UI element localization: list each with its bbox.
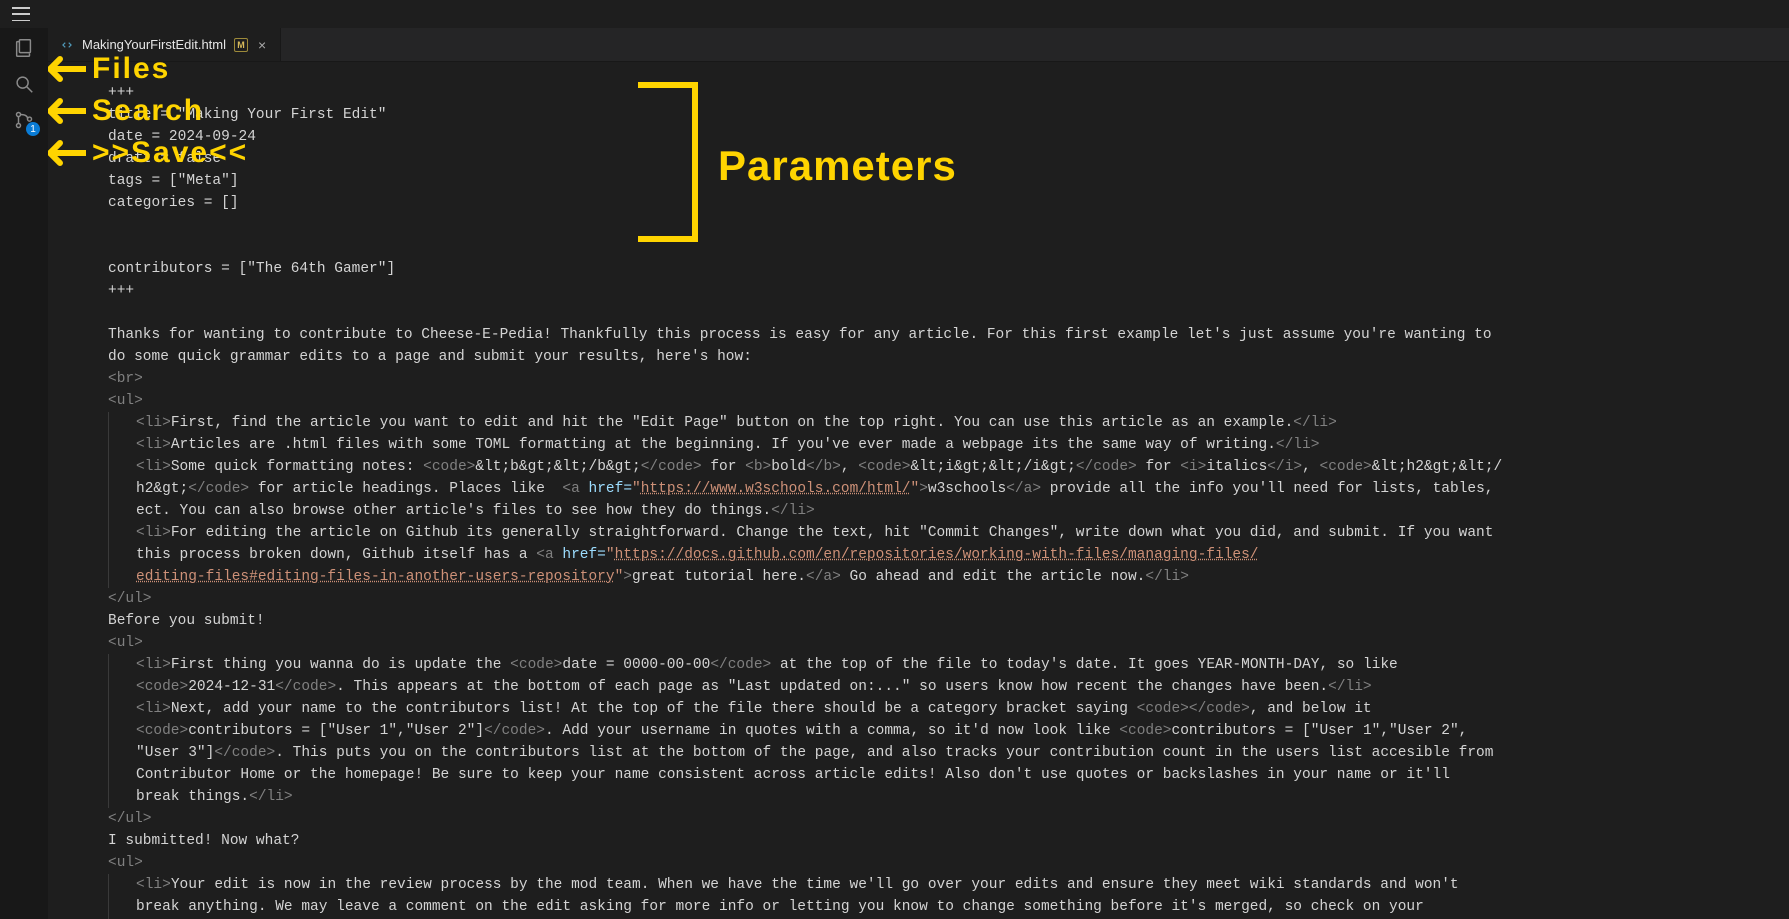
li-3e: , bbox=[1302, 459, 1319, 475]
li-3d: for bbox=[1137, 459, 1181, 475]
tab-row: MakingYourFirstEdit.html M × bbox=[48, 28, 1789, 62]
source-control-icon[interactable]: 1 bbox=[12, 108, 36, 132]
li-3-code2: &lt;i&gt;&lt;/i&gt; bbox=[911, 459, 1076, 475]
ul-close-2: </ul> bbox=[108, 811, 152, 827]
ul-open-3: <ul> bbox=[108, 855, 143, 871]
fm-title: title = "Making Your First Edit" bbox=[108, 107, 386, 123]
fm-draft: draft = false bbox=[108, 151, 221, 167]
li-5-code1: date = 0000-00-00 bbox=[562, 657, 710, 673]
search-icon[interactable] bbox=[12, 72, 36, 96]
github-tutorial-link[interactable]: https://docs.github.com/en/repositories/… bbox=[615, 547, 1259, 563]
li-4-link-text: great tutorial here. bbox=[632, 569, 806, 585]
fm-contributors: contributors = ["The 64th Gamer"] bbox=[108, 261, 395, 277]
ul-open-2: <ul> bbox=[108, 635, 143, 651]
li-6a: Next, add your name to the contributors … bbox=[171, 701, 1137, 717]
tab-close-icon[interactable]: × bbox=[256, 37, 268, 53]
intro-line1: Thanks for wanting to contribute to Chee… bbox=[108, 327, 1492, 343]
menu-icon[interactable] bbox=[12, 7, 30, 21]
li-3-link-text: w3schools bbox=[928, 481, 1006, 497]
li-1: First, find the article you want to edit… bbox=[171, 415, 1293, 431]
li-3-italics: italics bbox=[1206, 459, 1267, 475]
editor-area: MakingYourFirstEdit.html M × Parameters … bbox=[48, 28, 1789, 919]
before-submit: Before you submit! bbox=[108, 613, 265, 629]
li-5-code2: 2024-12-31 bbox=[188, 679, 275, 695]
li-3f: for article headings. Places like bbox=[249, 481, 562, 497]
fm-open: +++ bbox=[108, 85, 134, 101]
tab-active[interactable]: MakingYourFirstEdit.html M × bbox=[48, 28, 281, 61]
submitted-heading: I submitted! Now what? bbox=[108, 833, 299, 849]
tab-filename: MakingYourFirstEdit.html bbox=[82, 37, 226, 52]
github-tutorial-link-2[interactable]: editing-files#editing-files-in-another-u… bbox=[136, 569, 615, 585]
explorer-icon[interactable] bbox=[12, 36, 36, 60]
li-3c: , bbox=[841, 459, 858, 475]
li-5c: . This appears at the bottom of each pag… bbox=[336, 679, 1328, 695]
li-4b: Go ahead and edit the article now. bbox=[841, 569, 1146, 585]
titlebar bbox=[0, 0, 1789, 28]
fm-categories: categories = [] bbox=[108, 195, 239, 211]
activity-bar: 1 bbox=[0, 28, 48, 919]
fm-date: date = 2024-09-24 bbox=[108, 129, 256, 145]
li-6b: , and below it bbox=[1250, 701, 1381, 717]
li-2: Articles are .html files with some TOML … bbox=[171, 437, 1276, 453]
w3schools-link[interactable]: https://www.w3schools.com/html/ bbox=[641, 481, 911, 497]
scm-badge: 1 bbox=[26, 122, 40, 136]
li-3b: for bbox=[702, 459, 746, 475]
li-5a: First thing you wanna do is update the bbox=[171, 657, 510, 673]
ul-open-1: <ul> bbox=[108, 393, 143, 409]
li-6-code2: contributors = ["User 1","User 2"] bbox=[188, 723, 484, 739]
li-6c: . Add your username in quotes with a com… bbox=[545, 723, 1119, 739]
ul-close-1: </ul> bbox=[108, 591, 152, 607]
li-3-code1: &lt;b&gt;&lt;/b&gt; bbox=[475, 459, 640, 475]
fm-tags: tags = ["Meta"] bbox=[108, 173, 239, 189]
li-3a: Some quick formatting notes: bbox=[171, 459, 423, 475]
html-file-icon bbox=[60, 38, 74, 52]
intro-line2: do some quick grammar edits to a page an… bbox=[108, 349, 752, 365]
tab-modified-badge: M bbox=[234, 38, 248, 52]
main-row: 1 Files Search >>Save<< bbox=[0, 28, 1789, 919]
app-window: 1 Files Search >>Save<< bbox=[0, 0, 1789, 919]
li-3-bold: bold bbox=[771, 459, 806, 475]
code-block: +++ title = "Making Your First Edit" dat… bbox=[48, 62, 1789, 919]
fm-close: +++ bbox=[108, 283, 134, 299]
editor-content[interactable]: Parameters +++ title = "Making Your Firs… bbox=[48, 62, 1789, 919]
br-tag: <br> bbox=[108, 371, 143, 387]
